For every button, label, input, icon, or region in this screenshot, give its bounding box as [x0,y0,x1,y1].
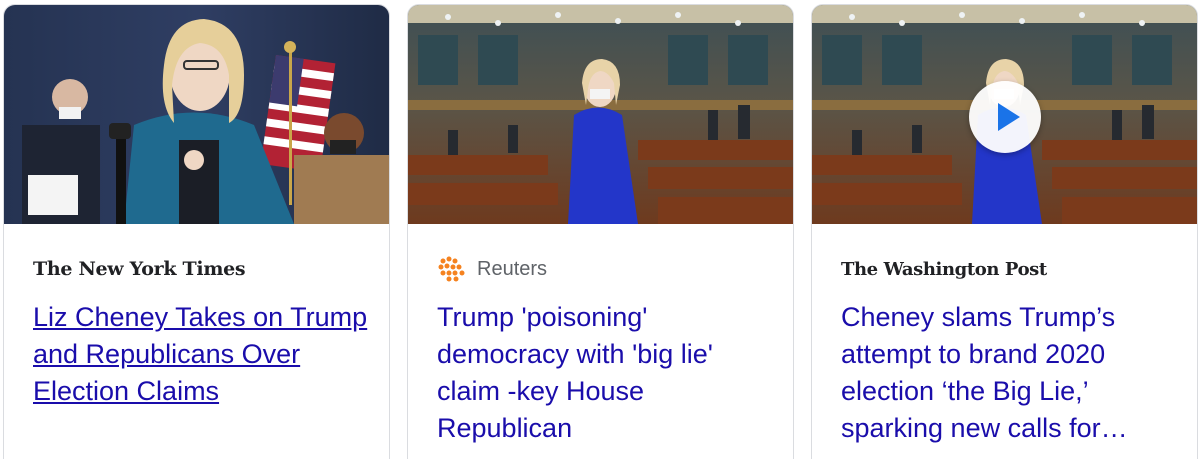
wapo-logo: The Washington Post [841,258,1047,280]
article-source: Reuters [437,255,547,283]
article-source: The New York Times [33,255,246,283]
article-thumbnail[interactable] [408,5,793,224]
news-card[interactable]: The New York Times Liz Cheney Takes on T… [3,4,390,459]
article-headline-link[interactable]: Cheney slams Trump’s attempt to brand 20… [841,299,1176,447]
article-source: The Washington Post [841,255,1047,283]
article-thumbnail[interactable] [4,5,389,224]
article-thumbnail[interactable] [812,5,1197,224]
nyt-logo: The New York Times [33,258,246,280]
play-video-button[interactable] [969,81,1041,153]
news-carousel: The New York Times Liz Cheney Takes on T… [0,0,1200,459]
article-headline-link[interactable]: Trump 'poisoning' democracy with 'big li… [437,299,772,447]
news-card[interactable]: The Washington Post Cheney slams Trump’s… [811,4,1198,459]
source-name: Reuters [477,257,548,280]
news-card[interactable]: Reuters Trump 'poisoning' democracy with… [407,4,794,459]
article-headline-link[interactable]: Liz Cheney Takes on Trump and Republican… [33,299,368,410]
play-icon [998,103,1020,131]
reuters-dots-icon [438,256,465,282]
